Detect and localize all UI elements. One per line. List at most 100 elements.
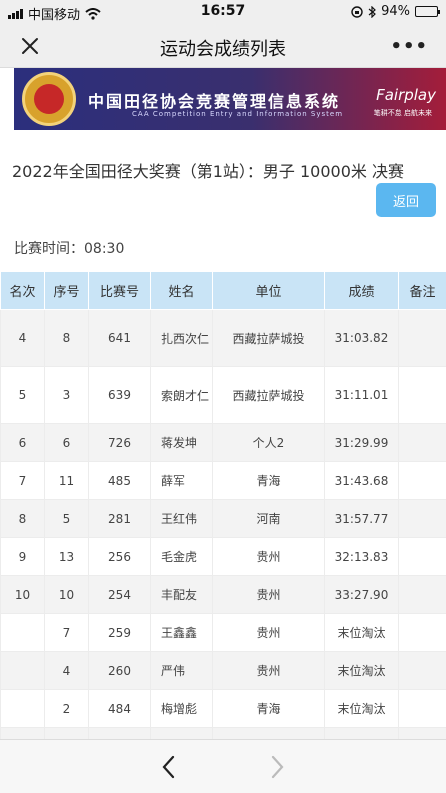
cell-rank: 6 [0, 423, 45, 462]
cell-result: 31:43.68 [324, 461, 399, 500]
cell-rank: 7 [0, 461, 45, 500]
cell-seq: 3 [44, 366, 89, 424]
cell-rank: 4 [0, 309, 45, 367]
cell-result: 33:27.90 [324, 575, 399, 614]
cell-seq: 9 [44, 727, 89, 739]
cell-bib: 256 [88, 537, 151, 576]
cell-seq: 10 [44, 575, 89, 614]
cell-rank: 10 [0, 575, 45, 614]
more-icon[interactable]: ••• [390, 36, 428, 57]
back-button[interactable]: 返回 [376, 183, 436, 217]
cell-rank: 9 [0, 537, 45, 576]
header-name: 姓名 [150, 271, 213, 310]
cell-unit: 贵州 [212, 537, 325, 576]
cell-result: 末位淘汰 [324, 613, 399, 652]
cell-name: 蒋发坤 [150, 423, 213, 462]
brand-logo: Fairplay [376, 86, 436, 104]
cell-note [398, 575, 446, 614]
cell-unit: 河南 [212, 499, 325, 538]
cell-bib: 639 [88, 366, 151, 424]
cell-seq: 6 [44, 423, 89, 462]
cell-rank [0, 651, 45, 690]
system-banner: 中国田径协会竞赛管理信息系统 CAA Competition Entry and… [14, 68, 446, 130]
table-row: 7 11 485 薛军 青海 31:43.68 [0, 461, 446, 500]
orientation-lock-icon [351, 5, 363, 18]
cell-note [398, 651, 446, 690]
brand-slogan: 笔耕不怠 启航未来 [373, 109, 432, 117]
table-header-row: 名次 序号 比赛号 姓名 单位 成绩 备注 [0, 271, 446, 310]
header-bib: 比赛号 [88, 271, 151, 310]
cell-rank [0, 689, 45, 728]
table-row: 10 10 254 丰配友 贵州 33:27.90 [0, 575, 446, 614]
cell-result: 末位淘汰 [324, 651, 399, 690]
cell-seq: 5 [44, 499, 89, 538]
cell-bib: 281 [88, 499, 151, 538]
cell-name: 丰配友 [150, 575, 213, 614]
table-body: 4 8 641 扎西次仁 西藏拉萨城投 31:03.82 5 3 639 索朗才仁 西藏拉萨城投 31… [0, 309, 446, 739]
cell-note [398, 727, 446, 739]
table-row: 4 8 641 扎西次仁 西藏拉萨城投 31:03.82 [0, 309, 446, 367]
chevron-right-icon[interactable] [266, 754, 288, 780]
cell-unit: 贵州 [212, 651, 325, 690]
cell-bib: 484 [88, 689, 151, 728]
cell-name: 毛金虎 [150, 537, 213, 576]
cell-seq: 2 [44, 689, 89, 728]
cell-name: 扎西次仁 [150, 309, 213, 367]
cell-unit: 青海 [212, 689, 325, 728]
battery-percent: 94% [381, 4, 410, 19]
cell-bib: 260 [88, 651, 151, 690]
cell-note [398, 423, 446, 462]
cell-result: 31:29.99 [324, 423, 399, 462]
header-note: 备注 [398, 271, 446, 310]
cell-bib: 254 [88, 575, 151, 614]
cell-name: 刘洪亮 [150, 727, 213, 739]
cell-note [398, 309, 446, 367]
cell-result: DNF [324, 727, 399, 739]
page-title: 2022年全国田径大奖赛（第1站）：男子 10000米 决赛 [12, 162, 404, 181]
cell-note [398, 499, 446, 538]
chevron-left-icon[interactable] [158, 754, 180, 780]
nav-title: 运动会成绩列表 [160, 39, 286, 60]
cell-unit: 贵州 [212, 613, 325, 652]
cell-bib: 485 [88, 461, 151, 500]
cell-seq: 4 [44, 651, 89, 690]
header-result: 成绩 [324, 271, 399, 310]
bottom-toolbar [0, 739, 446, 793]
cell-note [398, 366, 446, 424]
cell-rank: 5 [0, 366, 45, 424]
cell-name: 王鑫鑫 [150, 613, 213, 652]
cell-note [398, 689, 446, 728]
cell-seq: 8 [44, 309, 89, 367]
cell-unit: 青海 [212, 461, 325, 500]
cell-result: 31:03.82 [324, 309, 399, 367]
table-row: 9417刘洪亮江苏鲢人DNF [0, 727, 446, 739]
cell-result: 31:57.77 [324, 499, 399, 538]
cell-bib: 726 [88, 423, 151, 462]
cell-seq: 13 [44, 537, 89, 576]
header-seq: 序号 [44, 271, 89, 310]
cell-name: 王红伟 [150, 499, 213, 538]
cell-rank [0, 727, 45, 739]
match-time: 比赛时间：08:30 [14, 241, 125, 257]
cell-note [398, 461, 446, 500]
cell-seq: 7 [44, 613, 89, 652]
results-table-container[interactable]: 名次 序号 比赛号 姓名 单位 成绩 备注 4 8 641 扎西次仁 西藏拉萨城投 31:… [0, 271, 446, 739]
cell-note [398, 537, 446, 576]
cell-unit: 江苏鲢人 [212, 727, 325, 739]
battery-icon [415, 6, 440, 17]
cell-rank [0, 613, 45, 652]
table-row: 6 6 726 蒋发坤 个人2 31:29.99 [0, 423, 446, 462]
status-bar: 中国移动 16:57 94% [0, 0, 446, 24]
cell-result: 32:13.83 [324, 537, 399, 576]
banner-subtitle: CAA Competition Entry and Information Sy… [132, 110, 344, 118]
table-row: 8 5 281 王红伟 河南 31:57.77 [0, 499, 446, 538]
table-row: 9 13 256 毛金虎 贵州 32:13.83 [0, 537, 446, 576]
cell-bib: 259 [88, 613, 151, 652]
cell-unit: 西藏拉萨城投 [212, 309, 325, 367]
header-rank: 名次 [0, 271, 45, 310]
table-row: 4 260 严伟 贵州 末位淘汰 [0, 651, 446, 690]
cell-unit: 西藏拉萨城投 [212, 366, 325, 424]
status-right: 94% [351, 4, 440, 19]
cell-unit: 个人2 [212, 423, 325, 462]
cell-result: 31:11.01 [324, 366, 399, 424]
